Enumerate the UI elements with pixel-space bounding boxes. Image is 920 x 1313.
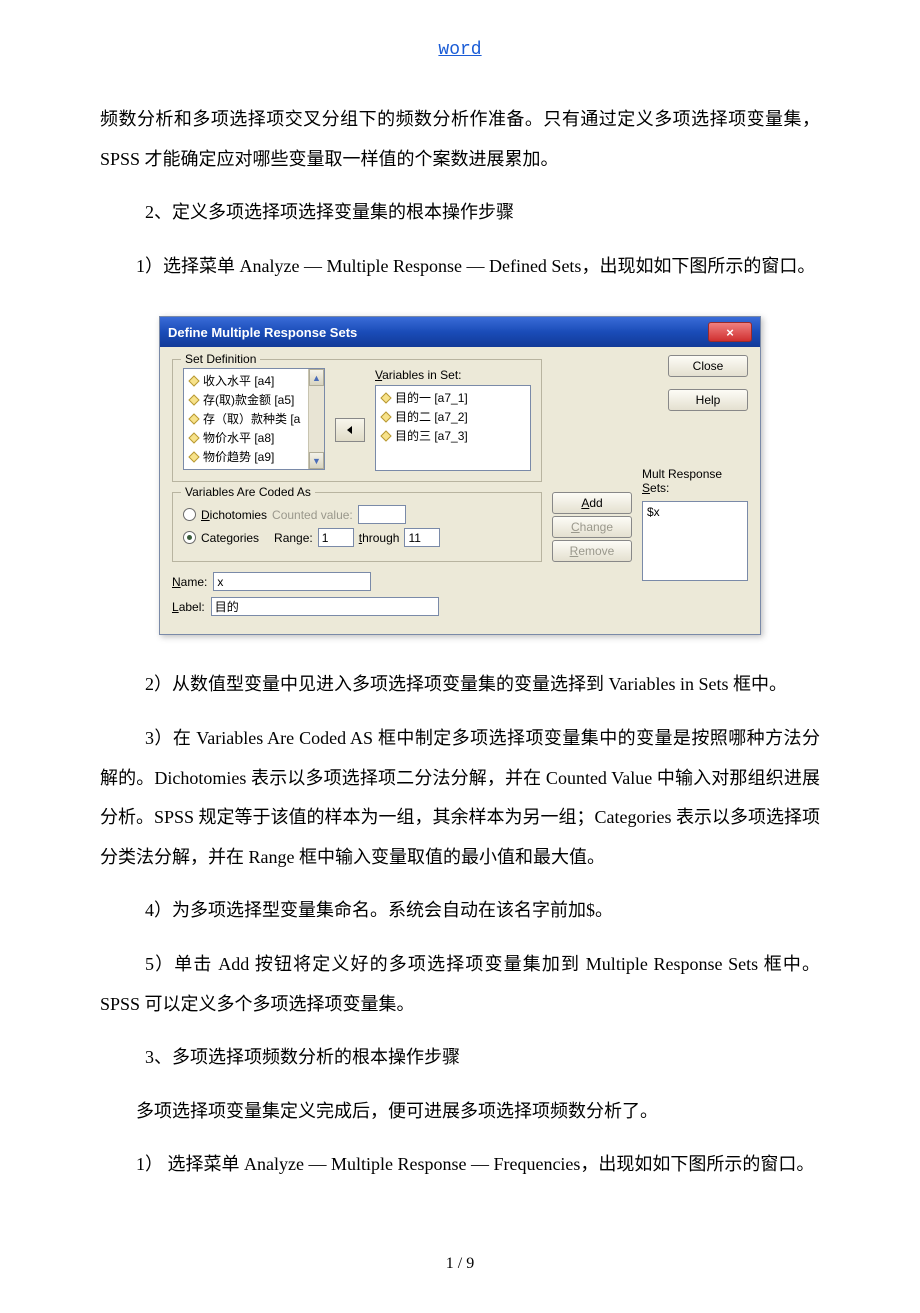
variable-icon xyxy=(380,430,392,442)
mult-response-sets-label: Mult Response Sets: xyxy=(642,467,748,495)
variable-icon xyxy=(188,375,200,387)
move-left-button[interactable] xyxy=(335,418,365,442)
paragraph: 2）从数值型变量中见进入多项选择项变量集的变量选择到 Variables in … xyxy=(100,665,820,705)
paragraph: 3）在 Variables Are Coded AS 框中制定多项选择项变量集中… xyxy=(100,719,820,877)
close-button[interactable]: Close xyxy=(668,355,748,377)
paragraph: 频数分析和多项选择项交叉分组下的频数分析作准备。只有通过定义多项选择项变量集，S… xyxy=(100,100,820,179)
define-mr-sets-dialog: Define Multiple Response Sets × Set Defi… xyxy=(159,316,761,635)
list-item[interactable]: 收入水平 [a4] xyxy=(186,371,322,390)
source-variables-list[interactable]: 收入水平 [a4] 存(取)款金额 [a5] 存（取）款种类 [a 物价水平 [… xyxy=(183,368,325,470)
paragraph: 5）单击 Add 按钮将定义好的多项选择项变量集加到 Multiple Resp… xyxy=(100,945,820,1024)
paragraph: 4）为多项选择型变量集命名。系统会自动在该名字前加$。 xyxy=(100,891,820,931)
through-label: through xyxy=(359,531,400,545)
list-item[interactable]: 目的三 [a7_3] xyxy=(378,426,528,445)
paragraph: 2、定义多项选择项选择变量集的根本操作步骤 xyxy=(100,193,820,233)
range-label: Range: xyxy=(274,531,313,545)
label-input[interactable]: 目的 xyxy=(211,597,439,616)
counted-value-input xyxy=(358,505,406,524)
categories-radio[interactable] xyxy=(183,531,196,544)
scroll-up-icon[interactable]: ▲ xyxy=(309,369,324,386)
variable-icon xyxy=(188,451,200,463)
name-input[interactable]: x xyxy=(213,572,371,591)
header-word-link[interactable]: word xyxy=(100,40,820,60)
paragraph: 多项选择项变量集定义完成后，便可进展多项选择项频数分析了。 xyxy=(100,1092,820,1132)
set-definition-group: Set Definition 收入水平 [a4] 存(取)款金额 [a5] 存（… xyxy=(172,359,542,482)
list-item[interactable]: 存(取)款金额 [a5] xyxy=(186,390,322,409)
mult-response-sets-list[interactable]: $x xyxy=(642,501,748,581)
paragraph: 1）选择菜单 Analyze — Multiple Response — Def… xyxy=(100,247,820,287)
group-legend: Set Definition xyxy=(181,352,260,366)
variable-icon xyxy=(188,413,200,425)
variable-icon xyxy=(188,432,200,444)
dialog-titlebar[interactable]: Define Multiple Response Sets × xyxy=(160,317,760,347)
list-item[interactable]: 存（取）款种类 [a xyxy=(186,409,322,428)
group-legend: Variables Are Coded As xyxy=(181,485,315,499)
list-item[interactable]: $x xyxy=(645,504,745,520)
help-button[interactable]: Help xyxy=(668,389,748,411)
list-item[interactable]: 物价上涨准备 [a1 xyxy=(186,466,322,470)
variable-icon xyxy=(380,411,392,423)
add-button[interactable]: Add xyxy=(552,492,632,514)
list-item[interactable]: 目的二 [a7_2] xyxy=(378,407,528,426)
range-from-input[interactable]: 1 xyxy=(318,528,354,547)
variable-icon xyxy=(380,392,392,404)
variable-icon xyxy=(188,394,200,406)
variables-coded-as-group: Variables Are Coded As Dichotomies Count… xyxy=(172,492,542,562)
label-label: Label: xyxy=(172,600,205,614)
scroll-down-icon[interactable]: ▼ xyxy=(309,452,324,469)
scrollbar[interactable]: ▲ ▼ xyxy=(308,369,324,469)
vars-in-set-label: VVariables in Set:ariables in Set: xyxy=(375,368,531,382)
name-label: Name: xyxy=(172,575,207,589)
remove-button[interactable]: Remove xyxy=(552,540,632,562)
dialog-title: Define Multiple Response Sets xyxy=(168,325,357,340)
paragraph: 3、多项选择项频数分析的根本操作步骤 xyxy=(100,1038,820,1078)
arrow-left-icon xyxy=(345,425,355,435)
paragraph: 1） 选择菜单 Analyze — Multiple Response — Fr… xyxy=(100,1145,820,1185)
list-item[interactable]: 物价趋势 [a9] xyxy=(186,447,322,466)
categories-label: Categories xyxy=(201,531,259,545)
range-to-input[interactable]: 11 xyxy=(404,528,440,547)
page-number: 1 / 9 xyxy=(100,1255,820,1273)
list-item[interactable]: 目的一 [a7_1] xyxy=(378,388,528,407)
variable-icon xyxy=(188,470,200,471)
counted-value-label: Counted value: xyxy=(272,508,353,522)
change-button[interactable]: Change xyxy=(552,516,632,538)
close-icon[interactable]: × xyxy=(708,322,752,342)
dichotomies-radio[interactable] xyxy=(183,508,196,521)
dichotomies-label: Dichotomies xyxy=(201,508,267,522)
variables-in-set-list[interactable]: 目的一 [a7_1] 目的二 [a7_2] 目的三 [a7_3] xyxy=(375,385,531,471)
list-item[interactable]: 物价水平 [a8] xyxy=(186,428,322,447)
